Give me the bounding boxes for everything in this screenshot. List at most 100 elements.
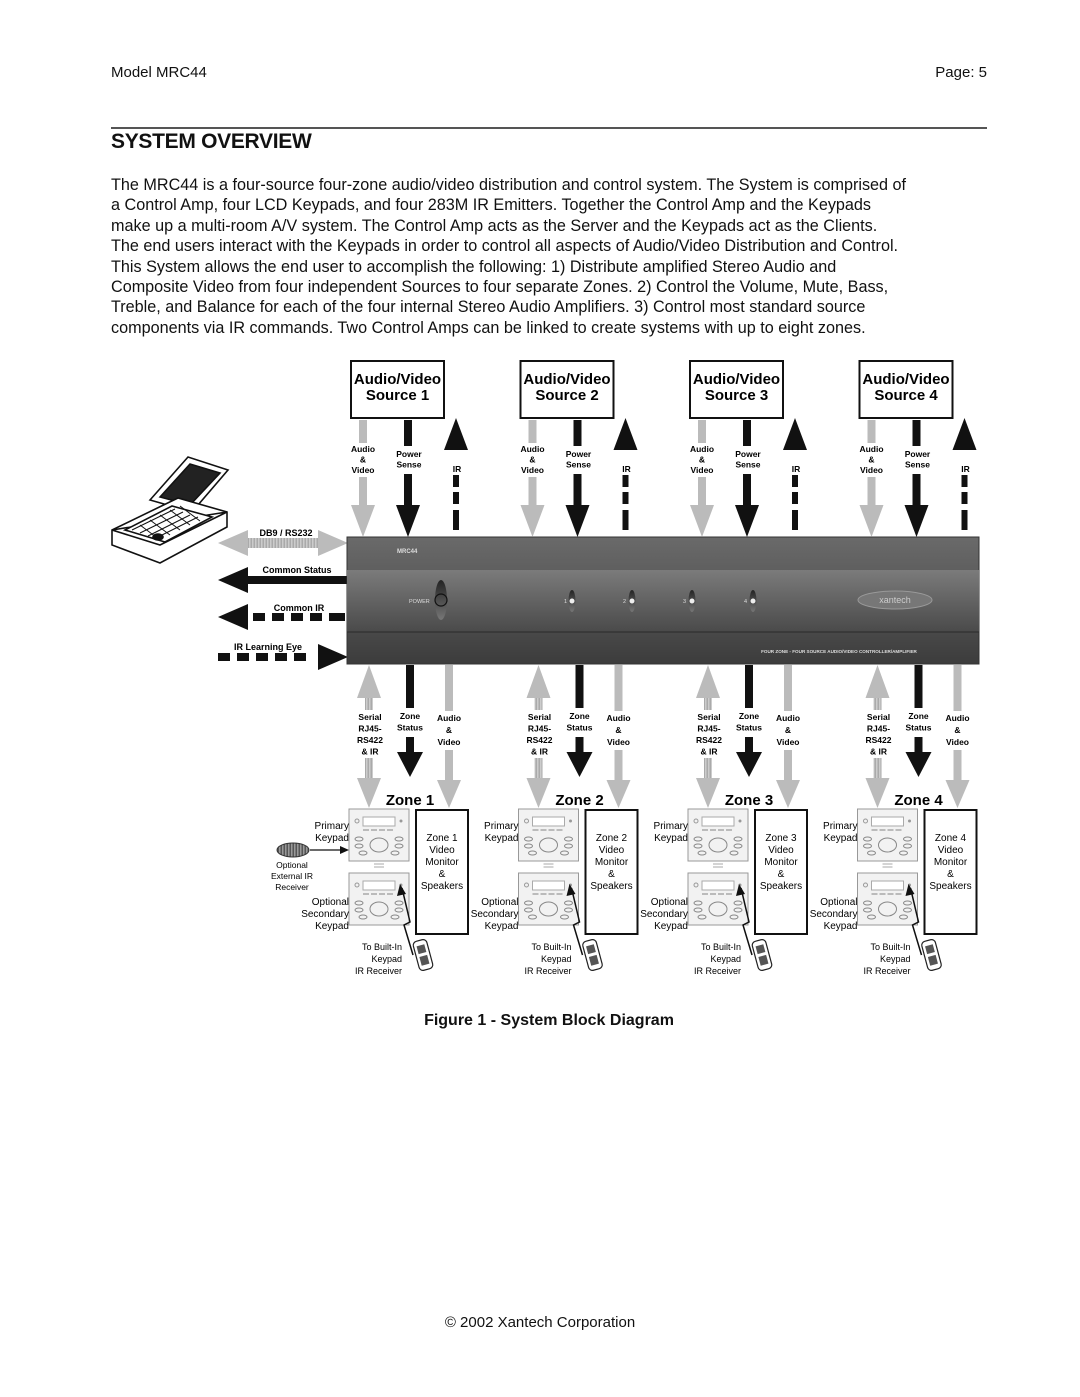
zone-status-shaft xyxy=(575,665,584,708)
zone-monitor-label: & xyxy=(439,869,446,880)
zone-monitor-label: & xyxy=(778,869,785,880)
zone-status-head xyxy=(736,752,762,777)
zone-av-shaft xyxy=(953,665,962,711)
svg-text:2: 2 xyxy=(623,599,626,605)
serial-label: RS422 xyxy=(527,735,553,745)
av-arrow-head xyxy=(690,505,714,537)
power-sense-head xyxy=(735,505,759,537)
zone-monitor-label: Monitor xyxy=(764,857,798,868)
secondary-keypad xyxy=(518,872,579,926)
zone-av-shaft xyxy=(614,665,623,711)
keypad-button xyxy=(871,893,878,895)
ir-dash xyxy=(453,492,459,504)
keypad-button xyxy=(887,893,894,895)
serial-arrow-down xyxy=(526,778,551,808)
zone-av-label: & xyxy=(615,725,621,735)
zone-status-head xyxy=(397,752,423,777)
zone-status-shaft xyxy=(745,737,753,753)
zone-av-shaft xyxy=(784,750,792,780)
source-label: Audio/Video xyxy=(862,371,949,388)
zone-status-label: Zone xyxy=(400,711,421,721)
secondary-keypad-label: Keypad xyxy=(654,921,688,932)
remote-label: IR Receiver xyxy=(694,966,741,976)
av-label: Video xyxy=(521,465,544,475)
diagram-column-1: Audio/VideoSource 1Audio&VideoPowerSense… xyxy=(301,360,469,976)
svg-text:xantech: xantech xyxy=(879,595,911,605)
zone-monitor-label: & xyxy=(947,869,954,880)
serial-label: & IR xyxy=(870,747,887,757)
ir-dash xyxy=(961,518,968,530)
keypad-lcd xyxy=(362,816,396,827)
keypad-button xyxy=(548,829,555,831)
diagram-column-2: Audio/VideoSource 2Audio&VideoPowerSense… xyxy=(471,360,639,976)
external-ir-arrowhead xyxy=(340,846,349,854)
svg-text:3: 3 xyxy=(683,599,686,605)
serial-label: RJ45- xyxy=(358,724,381,734)
keypad-button xyxy=(387,829,393,831)
keypad-button xyxy=(895,829,902,831)
keypad-lcd xyxy=(532,816,565,827)
serial-label: & IR xyxy=(531,747,548,757)
serial-shaft xyxy=(534,758,543,778)
keypad-button xyxy=(371,893,377,895)
remote-label: IR Receiver xyxy=(863,966,910,976)
serial-label: RJ45- xyxy=(867,724,890,734)
keypad-button xyxy=(726,893,732,895)
serial-shaft xyxy=(365,698,373,710)
ir-dash xyxy=(961,492,968,504)
secondary-keypad-label: Secondary xyxy=(301,909,349,920)
serial-label: Serial xyxy=(528,712,551,722)
power-sense-label: Power xyxy=(905,449,931,459)
source-label: Source 2 xyxy=(535,387,598,404)
ir-dash xyxy=(622,518,629,530)
primary-keypad-label: Primary xyxy=(654,821,688,832)
keypad-button xyxy=(895,893,902,895)
serial-label: RJ45- xyxy=(697,724,720,734)
av-label: Video xyxy=(352,465,375,475)
serial-shaft xyxy=(704,758,712,778)
keypad-lcd xyxy=(362,880,396,891)
zone-status-label: Status xyxy=(567,723,593,733)
keypad-lcd xyxy=(871,816,904,827)
secondary-keypad-label: Secondary xyxy=(640,909,688,920)
source-label: Audio/Video xyxy=(523,371,610,388)
av-arrow-head xyxy=(351,505,375,537)
av-label: & xyxy=(868,455,874,465)
remote-label: To Built-In xyxy=(362,942,402,952)
zone-monitor-label: Monitor xyxy=(425,857,459,868)
zone-monitor-label: Speakers xyxy=(760,881,802,892)
zone-status-shaft xyxy=(914,665,923,708)
zone-title: Zone 2 xyxy=(555,792,603,809)
av-label: Audio xyxy=(520,444,544,454)
zone-monitor-label: Video xyxy=(938,845,964,856)
ir-eye-label: IR Learning Eye xyxy=(234,642,302,652)
serial-shaft xyxy=(365,758,373,778)
ir-arrow-head xyxy=(952,418,977,450)
zone-status-shaft xyxy=(575,737,584,753)
av-label: Video xyxy=(860,465,883,475)
secondary-keypad-label: Secondary xyxy=(810,909,858,920)
primary-keypad-label: Keypad xyxy=(315,833,349,844)
external-ir-label: Optional xyxy=(276,860,308,870)
secondary-keypad xyxy=(857,872,918,926)
zone-monitor-label: Speakers xyxy=(929,881,971,892)
remote-label: Keypad xyxy=(541,954,572,964)
ir-dash xyxy=(961,475,968,487)
av-label: Audio xyxy=(690,444,714,454)
copyright-footer: © 2002 Xantech Corporation xyxy=(444,1314,636,1331)
secondary-keypad-label: Optional xyxy=(820,897,857,908)
serial-label: & IR xyxy=(362,747,379,757)
keypad-button xyxy=(908,819,911,823)
svg-text:4: 4 xyxy=(744,599,747,605)
zone-monitor-label: Video xyxy=(429,845,455,856)
serial-arrow-up xyxy=(357,665,381,698)
zone-status-head xyxy=(905,752,932,777)
figure-caption: Figure 1 - System Block Diagram xyxy=(424,1012,674,1029)
common-status-label: Common Status xyxy=(262,565,331,575)
zone-av-label: Video xyxy=(607,737,630,747)
av-label: & xyxy=(529,455,535,465)
zone-av-shaft xyxy=(614,750,623,780)
av-label: & xyxy=(360,455,366,465)
secondary-keypad xyxy=(348,872,410,926)
svg-text:1: 1 xyxy=(564,599,567,605)
